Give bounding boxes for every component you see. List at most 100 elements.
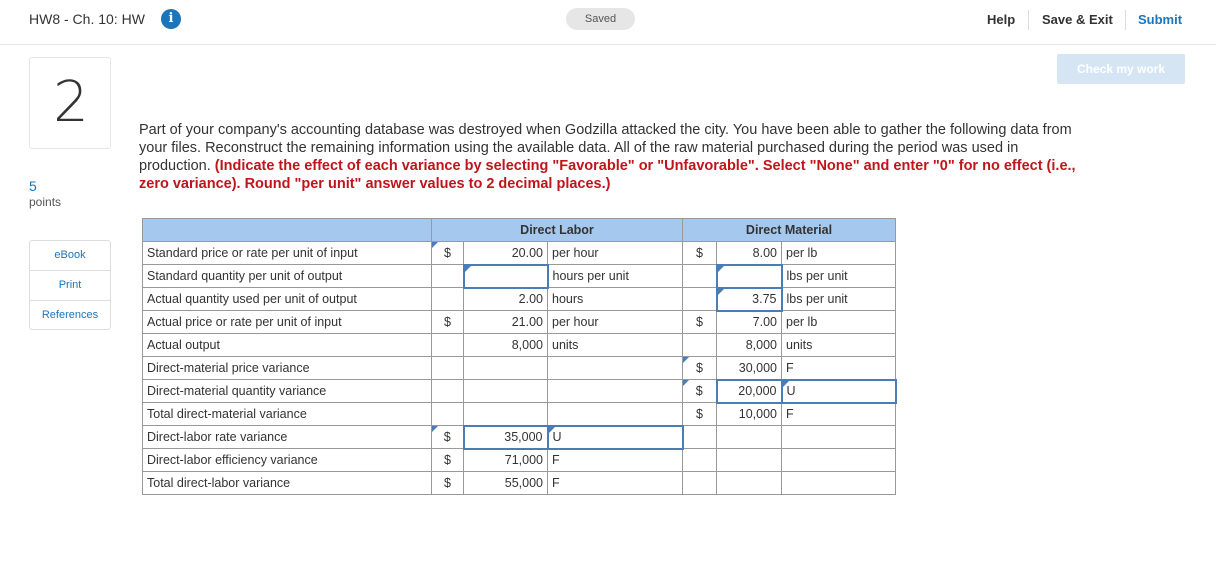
cell-dm-d: [682, 264, 717, 288]
row-label: Direct-labor rate variance: [142, 425, 432, 449]
answer-cell-dl-u[interactable]: U: [546, 424, 684, 450]
question-text: Part of your company's accounting databa…: [139, 121, 1079, 193]
direct-labor-header: Direct Labor: [431, 218, 683, 242]
cell-dl-v: [463, 356, 548, 380]
cell-dm-v: 30,000: [716, 356, 782, 380]
header-divider: [1028, 10, 1029, 30]
cell-dm-v: [716, 448, 782, 472]
table-row: Standard quantity per unit of output hour…: [142, 263, 896, 289]
cell-dm-u: [781, 471, 896, 495]
header-blank-cell: [142, 218, 432, 242]
question-number: 2: [53, 70, 89, 135]
save-exit-link[interactable]: Save & Exit: [1042, 12, 1113, 27]
submit-link[interactable]: Submit: [1138, 12, 1182, 27]
row-label: Standard price or rate per unit of input: [142, 241, 432, 265]
cell-dm-d: $: [682, 241, 717, 265]
table-row: Actual price or rate per unit of input $2…: [142, 310, 896, 334]
row-label: Total direct-labor variance: [142, 471, 432, 495]
row-label: Standard quantity per unit of output: [142, 264, 432, 288]
cell-dm-d: [682, 448, 717, 472]
answer-cell-dl-d[interactable]: $: [431, 241, 464, 265]
table-row: Total direct-labor variance $55,000 F: [142, 471, 896, 495]
answer-cell-dl-d[interactable]: $: [431, 425, 464, 449]
cell-dm-d: $: [682, 402, 717, 426]
print-link[interactable]: Print: [30, 271, 110, 301]
cell-dm-d: [682, 425, 717, 449]
table-row: Actual output 8,000 units 8,000 units: [142, 333, 896, 357]
cell-dm-d: [682, 287, 717, 311]
row-label: Total direct-material variance: [142, 402, 432, 426]
table-header-row: Direct Labor Direct Material: [142, 218, 896, 242]
cell-dl-d: [431, 356, 464, 380]
answer-cell-dm-v[interactable]: [715, 263, 783, 289]
cell-dm-d: [682, 471, 717, 495]
answer-cell-dl-v[interactable]: [462, 263, 549, 289]
cell-dl-u: [547, 402, 683, 426]
cell-dm-u: units: [781, 333, 896, 357]
answer-cell-dm-v[interactable]: 3.75: [715, 286, 783, 312]
cell-dl-u: [547, 379, 683, 403]
question-tools: eBook Print References: [29, 240, 111, 330]
cell-dl-d: $: [431, 448, 464, 472]
table-row: Total direct-material variance $10,000 F: [142, 402, 896, 426]
answer-cell-dm-u[interactable]: U: [780, 378, 897, 404]
direct-material-header: Direct Material: [682, 218, 896, 242]
cell-dl-d: $: [431, 471, 464, 495]
points-label: points: [29, 195, 62, 209]
table-row: Direct-material quantity variance $20,000…: [142, 378, 897, 404]
row-label: Actual price or rate per unit of input: [142, 310, 432, 334]
points-value: 5: [29, 178, 37, 194]
ebook-link[interactable]: eBook: [30, 241, 110, 271]
row-label: Actual quantity used per unit of output: [142, 287, 432, 311]
cell-dl-v: [463, 402, 548, 426]
references-link[interactable]: References: [30, 301, 110, 329]
cell-dm-u: per lb: [781, 241, 896, 265]
check-my-work-button[interactable]: Check my work: [1057, 54, 1185, 84]
cell-dm-d: $: [682, 310, 717, 334]
table-row: Direct-material price variance $30,000 F: [142, 356, 896, 380]
question-instruction: (Indicate the effect of each variance by…: [139, 158, 1076, 192]
cell-dl-u: per hour: [547, 241, 683, 265]
table-row: Direct-labor rate variance $35,000 U: [142, 424, 896, 450]
row-label: Direct-material price variance: [142, 356, 432, 380]
cell-dl-v: 2.00: [463, 287, 548, 311]
cell-dm-u: per lb: [781, 310, 896, 334]
cell-dm-u: lbs per unit: [781, 264, 896, 288]
cell-dm-v: 7.00: [716, 310, 782, 334]
cell-dl-v: 55,000: [463, 471, 548, 495]
cell-dl-v: 71,000: [463, 448, 548, 472]
cell-dm-u: [781, 448, 896, 472]
cell-dl-u: hours: [547, 287, 683, 311]
cell-dl-v: 20.00: [463, 241, 548, 265]
header-divider: [1125, 10, 1126, 30]
cell-dm-u: lbs per unit: [781, 287, 896, 311]
cell-dm-u: F: [781, 356, 896, 380]
cell-dl-v: 21.00: [463, 310, 548, 334]
table-row: Actual quantity used per unit of output 2…: [142, 286, 896, 312]
info-icon[interactable]: i: [161, 9, 181, 29]
saved-status-badge: Saved: [566, 8, 635, 30]
cell-dm-u: [781, 425, 896, 449]
cell-dl-u: F: [547, 471, 683, 495]
table-row: Direct-labor efficiency variance $71,000 F: [142, 448, 896, 472]
cell-dm-v: 8,000: [716, 333, 782, 357]
cell-dl-u: units: [547, 333, 683, 357]
cell-dl-v: 8,000: [463, 333, 548, 357]
answer-cell-dl-v[interactable]: 35,000: [462, 424, 549, 450]
table-row: Standard price or rate per unit of input…: [142, 241, 896, 265]
row-label: Direct-material quantity variance: [142, 379, 432, 403]
answer-cell-dm-d[interactable]: $: [682, 379, 717, 403]
cell-dl-d: $: [431, 310, 464, 334]
cell-dl-u: hours per unit: [547, 264, 683, 288]
answer-cell-dm-d[interactable]: $: [682, 356, 717, 380]
cell-dl-d: [431, 379, 464, 403]
answer-cell-dm-v[interactable]: 20,000: [715, 378, 783, 404]
cell-dm-u: F: [781, 402, 896, 426]
cell-dl-u: F: [547, 448, 683, 472]
help-link[interactable]: Help: [987, 12, 1015, 27]
cell-dl-d: [431, 287, 464, 311]
row-label: Direct-labor efficiency variance: [142, 448, 432, 472]
cell-dl-u: per hour: [547, 310, 683, 334]
top-header: HW8 - Ch. 10: HW i Saved Help Save & Exi…: [0, 0, 1216, 45]
cell-dl-d: [431, 402, 464, 426]
